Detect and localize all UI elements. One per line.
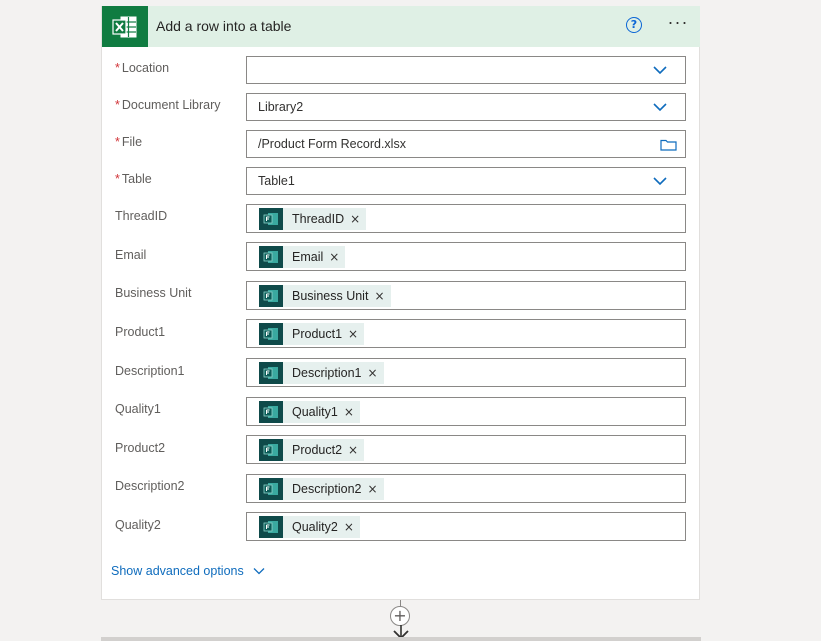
dynamic-content-token[interactable]: Quality2 × — [259, 516, 360, 538]
dynamic-content-token[interactable]: Email × — [259, 246, 346, 268]
column-input-business-unit[interactable]: Business Unit × — [246, 281, 686, 310]
help-icon[interactable]: ? — [626, 17, 642, 33]
close-icon[interactable]: × — [365, 362, 383, 384]
document-library-label: * Document Library — [115, 97, 221, 113]
location-label: * Location — [115, 60, 169, 76]
token-label: Product2 — [292, 443, 343, 457]
action-title: Add a row into a table — [156, 18, 292, 34]
close-icon[interactable]: × — [372, 285, 390, 307]
required-marker: * — [115, 61, 120, 75]
close-icon[interactable]: × — [365, 478, 383, 500]
close-icon[interactable]: × — [342, 516, 360, 538]
folder-icon[interactable] — [660, 139, 677, 151]
dynamic-content-token[interactable]: Quality1 × — [259, 401, 360, 423]
next-action-card[interactable] — [101, 637, 701, 641]
required-marker: * — [115, 172, 120, 186]
column-label-description2: Description2 — [115, 479, 185, 493]
token-label: Business Unit — [292, 289, 369, 303]
chevron-down-icon — [653, 103, 667, 112]
forms-icon — [259, 478, 283, 500]
table-label: * Table — [115, 171, 152, 187]
token-label: Description1 — [292, 366, 362, 380]
column-label-quality2: Quality2 — [115, 518, 161, 532]
column-label-product1: Product1 — [115, 325, 166, 339]
forms-icon — [259, 323, 283, 345]
forms-icon — [259, 362, 283, 384]
column-label-business-unit: Business Unit — [115, 286, 192, 300]
column-label-description1: Description1 — [115, 364, 185, 378]
column-input-description2[interactable]: Description2 × — [246, 474, 686, 503]
token-label: Description2 — [292, 482, 362, 496]
table-value: Table1 — [258, 174, 295, 188]
document-library-dropdown[interactable]: Library2 — [246, 93, 686, 121]
column-input-email[interactable]: Email × — [246, 242, 686, 271]
action-header[interactable]: Add a row into a table ? ··· — [102, 6, 700, 47]
dynamic-content-token[interactable]: ThreadID × — [259, 208, 367, 230]
file-label-text: File — [121, 135, 143, 149]
token-label: Product1 — [292, 327, 343, 341]
more-options-icon[interactable]: ··· — [665, 13, 691, 34]
close-icon[interactable]: × — [327, 246, 345, 268]
table-dropdown[interactable]: Table1 — [246, 167, 686, 195]
column-label-email: Email — [115, 248, 147, 262]
dynamic-content-token[interactable]: Business Unit × — [259, 285, 391, 307]
action-card: Add a row into a table ? ··· * Location *… — [101, 6, 700, 600]
column-input-threadid[interactable]: ThreadID × — [246, 204, 686, 233]
close-icon[interactable]: × — [346, 323, 364, 345]
column-input-product1[interactable]: Product1 × — [246, 319, 686, 348]
chevron-down-icon — [653, 177, 667, 186]
column-label-quality1: Quality1 — [115, 402, 161, 416]
location-dropdown[interactable] — [246, 56, 686, 84]
required-marker: * — [115, 98, 120, 112]
plus-icon[interactable]: + — [390, 606, 410, 626]
forms-icon — [259, 516, 283, 538]
column-label-threadid: ThreadID — [115, 209, 168, 223]
dynamic-content-token[interactable]: Description2 × — [259, 478, 384, 500]
forms-icon — [259, 285, 283, 307]
close-icon[interactable]: × — [346, 439, 364, 461]
forms-icon — [259, 439, 283, 461]
token-label: Email — [292, 250, 324, 264]
file-value: /Product Form Record.xlsx — [258, 137, 406, 151]
excel-icon — [102, 6, 148, 47]
table-label-text: Table — [121, 172, 152, 186]
location-label-text: Location — [121, 61, 170, 75]
token-label: Quality1 — [292, 405, 338, 419]
token-label: Quality2 — [292, 520, 338, 534]
file-label: * File — [115, 134, 142, 150]
close-icon[interactable]: × — [348, 208, 366, 230]
column-input-quality1[interactable]: Quality1 × — [246, 397, 686, 426]
token-label: ThreadID — [292, 212, 345, 226]
forms-icon — [259, 401, 283, 423]
column-input-quality2[interactable]: Quality2 × — [246, 512, 686, 541]
advanced-options-text: Show advanced options — [111, 564, 244, 578]
forms-icon — [259, 208, 283, 230]
column-input-product2[interactable]: Product2 × — [246, 435, 686, 464]
file-input[interactable]: /Product Form Record.xlsx — [246, 130, 686, 158]
column-label-product2: Product2 — [115, 441, 166, 455]
dynamic-content-token[interactable]: Product2 × — [259, 439, 365, 461]
document-library-label-text: Document Library — [121, 98, 221, 112]
close-icon[interactable]: × — [342, 401, 360, 423]
required-marker: * — [115, 135, 120, 149]
chevron-down-icon — [253, 568, 265, 575]
column-input-description1[interactable]: Description1 × — [246, 358, 686, 387]
dynamic-content-token[interactable]: Description1 × — [259, 362, 384, 384]
forms-icon — [259, 246, 283, 268]
chevron-down-icon — [653, 66, 667, 75]
document-library-value: Library2 — [258, 100, 304, 114]
dynamic-content-token[interactable]: Product1 × — [259, 323, 365, 345]
show-advanced-options-link[interactable]: Show advanced options — [111, 563, 265, 579]
